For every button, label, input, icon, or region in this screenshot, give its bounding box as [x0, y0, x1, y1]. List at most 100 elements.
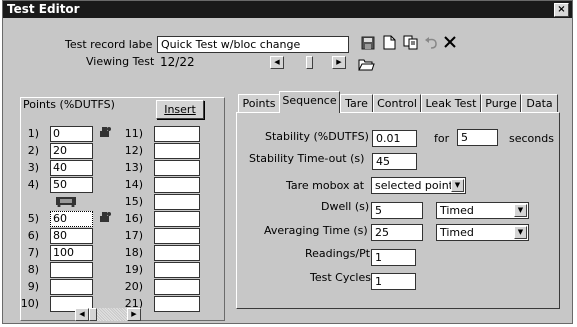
dwell-mode-select[interactable]: Timed ▼: [436, 202, 529, 219]
scroll-left-button[interactable]: ◀: [270, 56, 284, 69]
point-field[interactable]: 50: [50, 177, 93, 193]
stability-duration-field[interactable]: 5: [457, 129, 498, 146]
point-field[interactable]: [154, 143, 200, 159]
save-icon[interactable]: [361, 36, 375, 53]
tare-mobox-value: selected points: [375, 179, 459, 192]
point-field[interactable]: [154, 262, 200, 278]
point-number: 15): [124, 195, 143, 208]
chevron-down-icon[interactable]: ▼: [451, 179, 464, 192]
stability-label: Stability (%DUTFS): [265, 130, 369, 143]
tab-control[interactable]: Control: [373, 94, 421, 112]
point-number: 12): [124, 144, 143, 157]
averaging-mode-value: Timed: [440, 226, 474, 239]
point-field[interactable]: 100: [50, 245, 93, 261]
close-button[interactable]: ×: [554, 3, 569, 17]
point-number: 14): [124, 178, 143, 191]
tare-mobox-icon[interactable]: [98, 211, 112, 226]
mobox-insert-icon[interactable]: [54, 195, 80, 210]
stability-timeout-field[interactable]: 45: [372, 153, 417, 170]
point-field[interactable]: [154, 296, 200, 312]
test-editor-window: Test Editor × Test record labe Quick Tes…: [2, 0, 573, 324]
tare-mobox-icon[interactable]: [98, 126, 112, 141]
point-number: 1): [27, 127, 39, 140]
point-field[interactable]: 80: [50, 228, 93, 244]
tare-mobox-select[interactable]: selected points ▼: [371, 177, 466, 194]
point-number: 6): [27, 229, 39, 242]
averaging-mode-select[interactable]: Timed ▼: [436, 224, 529, 241]
dwell-mode-value: Timed: [440, 204, 474, 217]
point-field[interactable]: 40: [50, 160, 93, 176]
stability-field[interactable]: 0.01: [372, 130, 417, 147]
test-cycles-label: Test Cycles: [310, 271, 371, 284]
test-cycles-field[interactable]: 1: [371, 273, 416, 290]
point-field[interactable]: [154, 160, 200, 176]
for-label: for: [434, 132, 450, 145]
dwell-label: Dwell (s): [321, 200, 370, 213]
tab-sequence[interactable]: Sequence: [279, 91, 340, 113]
points-title: Points (%DUTFS): [23, 98, 115, 111]
point-number: 18): [124, 246, 143, 259]
new-document-icon[interactable]: [383, 35, 396, 53]
undo-icon[interactable]: [424, 37, 438, 52]
point-field[interactable]: 20: [50, 143, 93, 159]
point-number: 9): [27, 280, 39, 293]
window-title: Test Editor: [7, 2, 80, 16]
point-field[interactable]: [154, 126, 200, 142]
point-number: 8): [27, 263, 39, 276]
viewing-test-scrollbar[interactable]: ◀ ▶: [270, 56, 346, 69]
title-bar[interactable]: Test Editor ×: [3, 1, 572, 18]
point-number: 11): [124, 127, 143, 140]
averaging-time-field[interactable]: 25: [371, 224, 423, 241]
point-field[interactable]: [154, 245, 200, 261]
point-number: 19): [124, 263, 143, 276]
point-field[interactable]: [154, 279, 200, 295]
scroll-right-button[interactable]: ▶: [332, 56, 346, 69]
tab-data[interactable]: Data: [521, 94, 558, 112]
tab-purge[interactable]: Purge: [481, 94, 521, 112]
scroll-left-button[interactable]: ◀: [75, 308, 89, 321]
point-number: 5): [27, 212, 39, 225]
point-number: 2): [27, 144, 39, 157]
insert-button[interactable]: Insert: [156, 100, 204, 119]
chevron-down-icon[interactable]: ▼: [514, 204, 527, 217]
point-field-selected[interactable]: 60: [50, 211, 93, 227]
tare-mobox-label: Tare mobox at: [286, 179, 365, 192]
point-field[interactable]: [154, 177, 200, 193]
delete-icon[interactable]: [444, 36, 456, 51]
point-number: 13): [124, 161, 143, 174]
point-number: 17): [124, 229, 143, 242]
point-field[interactable]: 0: [50, 126, 93, 142]
tab-leak-test[interactable]: Leak Test: [421, 94, 481, 112]
readings-per-point-field[interactable]: 1: [371, 249, 416, 266]
readings-per-point-label: Readings/Pt: [305, 247, 371, 260]
tab-points[interactable]: Points: [238, 94, 280, 112]
points-panel: Points (%DUTFS) Insert 1) 0 2) 20 3) 40 …: [20, 97, 225, 321]
test-record-field[interactable]: Quick Test w/bloc change: [157, 36, 349, 53]
point-field[interactable]: [50, 262, 93, 278]
point-field[interactable]: [50, 279, 93, 295]
scroll-right-button[interactable]: ▶: [127, 308, 141, 321]
open-folder-icon[interactable]: [358, 57, 375, 74]
chevron-down-icon[interactable]: ▼: [514, 226, 527, 239]
stability-timeout-label: Stability Time-out (s): [249, 152, 365, 165]
points-scrollbar[interactable]: ◀ ▶: [75, 308, 141, 321]
point-field[interactable]: [154, 211, 200, 227]
copy-icon[interactable]: [403, 35, 419, 53]
viewing-test-value: 12/22: [160, 55, 195, 69]
tab-tare[interactable]: Tare: [340, 94, 373, 112]
sequence-tab-panel: Stability (%DUTFS) 0.01 for 5 seconds St…: [236, 112, 560, 309]
seconds-label: seconds: [509, 132, 554, 145]
point-field[interactable]: [154, 194, 200, 210]
averaging-time-label: Averaging Time (s): [264, 224, 368, 237]
point-number: 4): [27, 178, 39, 191]
point-number: 20): [124, 280, 143, 293]
viewing-test-label: Viewing Test: [86, 55, 155, 68]
scroll-thumb[interactable]: [306, 56, 313, 69]
point-field[interactable]: [154, 228, 200, 244]
point-number: 7): [27, 246, 39, 259]
scroll-thumb[interactable]: [89, 308, 97, 321]
point-number: 3): [27, 161, 39, 174]
dwell-field[interactable]: 5: [371, 202, 423, 219]
point-number: 10): [20, 297, 39, 310]
point-number: 16): [124, 212, 143, 225]
